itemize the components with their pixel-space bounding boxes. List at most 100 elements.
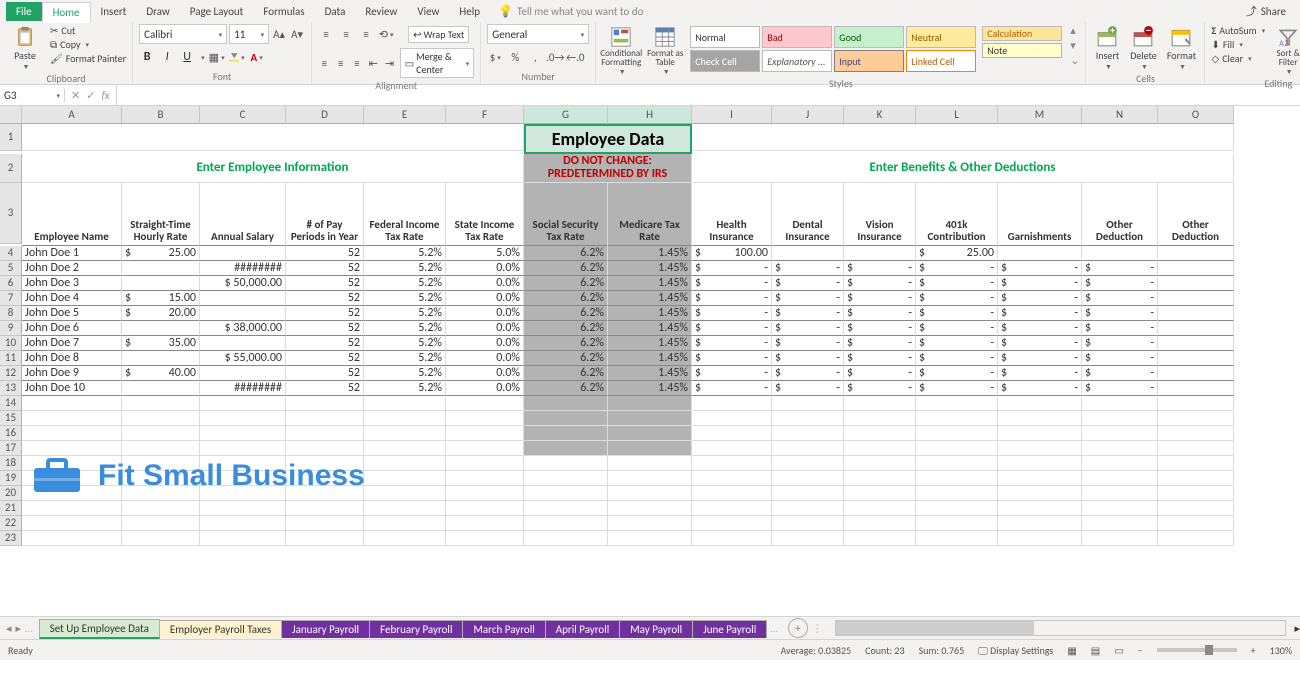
tab-help[interactable]: Help [449, 2, 490, 21]
cell-ss[interactable]: 6.2% [524, 291, 608, 306]
fill-color-button[interactable]: ▾ [229, 49, 245, 65]
cell-fed[interactable]: 5.2% [364, 336, 446, 351]
cell-name[interactable]: John Doe 9 [22, 366, 122, 381]
cell-empty[interactable] [364, 456, 446, 471]
cell-deduction[interactable]: $- [1082, 381, 1158, 396]
cell-deduction[interactable]: $- [916, 261, 998, 276]
cell-deduction[interactable]: $- [916, 276, 998, 291]
cell-empty[interactable] [364, 501, 446, 516]
align-center-icon[interactable]: ≡ [334, 55, 346, 71]
cell-empty[interactable] [1082, 516, 1158, 531]
cell-empty[interactable] [692, 531, 772, 546]
cell-empty[interactable] [446, 516, 524, 531]
cell-empty[interactable] [844, 396, 916, 411]
column-header[interactable]: Federal Income Tax Rate [364, 183, 446, 246]
tab-page-layout[interactable]: Page Layout [180, 2, 254, 21]
cell-name[interactable]: John Doe 2 [22, 261, 122, 276]
cell-periods[interactable]: 52 [286, 306, 364, 321]
cell-empty[interactable] [692, 486, 772, 501]
font-color-button[interactable]: A▾ [249, 49, 265, 65]
cell-empty[interactable] [524, 426, 608, 441]
cell-empty[interactable] [22, 516, 122, 531]
cell-empty[interactable] [608, 486, 692, 501]
cell-periods[interactable]: 52 [286, 336, 364, 351]
cell-deduction[interactable]: $- [844, 261, 916, 276]
tell-me-icon[interactable]: 💡 [498, 4, 513, 19]
cell-empty[interactable] [916, 501, 998, 516]
column-header[interactable]: Employee Name [22, 183, 122, 246]
cell-empty[interactable] [1082, 456, 1158, 471]
cell-empty[interactable] [286, 426, 364, 441]
cell-med[interactable]: 1.45% [608, 381, 692, 396]
cell-empty[interactable] [844, 501, 916, 516]
sheet-tab-june[interactable]: June Payroll [692, 620, 767, 638]
cell-deduction[interactable]: $- [772, 291, 844, 306]
cell-empty[interactable] [364, 516, 446, 531]
cell-empty[interactable] [200, 426, 286, 441]
styles-scroll-down-icon[interactable]: ▾ [1070, 39, 1079, 52]
enter-formula-icon[interactable]: ✓ [86, 89, 95, 102]
cell-deduction[interactable]: $- [772, 261, 844, 276]
cell-empty[interactable] [772, 441, 844, 456]
cell-empty[interactable] [1158, 426, 1234, 441]
cell-empty[interactable] [22, 501, 122, 516]
cell-deduction[interactable]: $- [692, 351, 772, 366]
delete-cells-button[interactable]: Delete▼ [1128, 24, 1158, 71]
view-layout-icon[interactable]: ▤ [1091, 644, 1100, 657]
cell-empty[interactable] [524, 501, 608, 516]
cell-empty[interactable] [1158, 531, 1234, 546]
row-header-6[interactable]: 6 [0, 276, 22, 291]
tab-draw[interactable]: Draw [136, 2, 179, 21]
cell-empty[interactable] [608, 411, 692, 426]
cell-empty[interactable] [844, 456, 916, 471]
col-header-M[interactable]: M [998, 106, 1082, 124]
horizontal-scrollbar[interactable] [835, 620, 1287, 636]
column-header[interactable]: State Income Tax Rate [446, 183, 524, 246]
cell-empty[interactable] [200, 441, 286, 456]
tab-formulas[interactable]: Formulas [253, 2, 314, 21]
cell-state[interactable]: 0.0% [446, 306, 524, 321]
column-header[interactable]: 401k Contribution [916, 183, 998, 246]
zoom-level[interactable]: 130% [1270, 644, 1292, 657]
row-header-4[interactable]: 4 [0, 246, 22, 261]
cell-empty[interactable] [364, 531, 446, 546]
cell-deduction[interactable] [1158, 351, 1234, 366]
cell-deduction[interactable]: $- [998, 366, 1082, 381]
cell-empty[interactable] [286, 396, 364, 411]
column-header[interactable]: Social Security Tax Rate [524, 183, 608, 246]
cell-deduction[interactable]: $- [998, 261, 1082, 276]
cell-empty[interactable] [446, 531, 524, 546]
align-top-icon[interactable]: ≡ [318, 27, 334, 43]
cell-name[interactable]: John Doe 8 [22, 351, 122, 366]
style-calculation[interactable]: Calculation [982, 26, 1062, 41]
cell-empty[interactable] [200, 501, 286, 516]
cell-empty[interactable] [772, 456, 844, 471]
row-header-2[interactable]: 2 [0, 154, 22, 183]
cell-deduction[interactable]: $- [998, 276, 1082, 291]
cell-empty[interactable] [524, 471, 608, 486]
cell-med[interactable]: 1.45% [608, 261, 692, 276]
cell-empty[interactable] [200, 531, 286, 546]
cell-empty[interactable] [998, 531, 1082, 546]
cell-empty[interactable] [200, 411, 286, 426]
cell-empty[interactable] [22, 531, 122, 546]
row-header-19[interactable]: 19 [0, 471, 22, 486]
cell[interactable] [692, 124, 1234, 151]
cell-deduction[interactable]: $- [998, 306, 1082, 321]
cell-empty[interactable] [22, 396, 122, 411]
col-header-N[interactable]: N [1082, 106, 1158, 124]
paste-button[interactable]: Paste▼ [6, 24, 44, 71]
border-button[interactable]: ▦▾ [209, 49, 225, 65]
cell-name[interactable]: John Doe 5 [22, 306, 122, 321]
cell-deduction[interactable]: $100.00 [692, 246, 772, 261]
cell-deduction[interactable]: $- [772, 321, 844, 336]
cell-deduction[interactable]: $- [1082, 291, 1158, 306]
cell-empty[interactable] [692, 411, 772, 426]
cell-deduction[interactable]: $- [844, 321, 916, 336]
cell-empty[interactable] [1082, 471, 1158, 486]
cell-med[interactable]: 1.45% [608, 291, 692, 306]
cell-empty[interactable] [1082, 441, 1158, 456]
italic-button[interactable]: I [159, 50, 175, 64]
row-header-9[interactable]: 9 [0, 321, 22, 336]
cell-deduction[interactable]: $- [844, 381, 916, 396]
